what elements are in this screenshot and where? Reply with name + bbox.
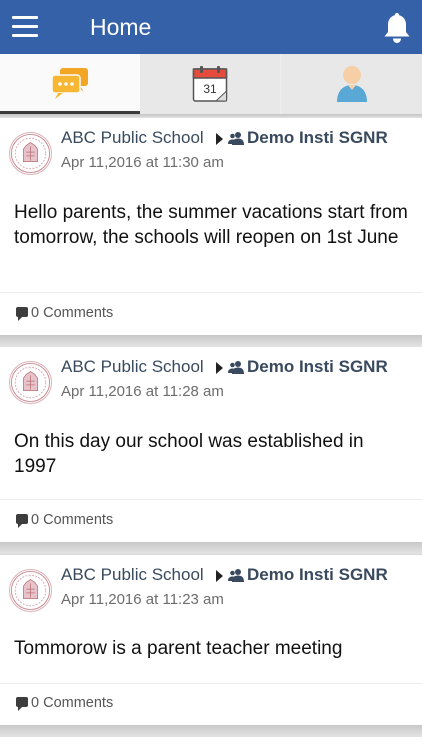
notifications-button[interactable] xyxy=(382,11,412,45)
caret-right-icon xyxy=(216,133,223,145)
post-message: Tommorow is a parent teacher meeting xyxy=(14,638,343,659)
post-card: ABC Public School Demo Insti SGNR Apr 11… xyxy=(0,555,422,726)
school-name-link[interactable]: ABC Public School xyxy=(61,357,204,377)
school-seal-logo xyxy=(9,569,52,612)
comment-icon xyxy=(16,307,28,321)
post-card: ABC Public School Demo Insti SGNR Apr 11… xyxy=(0,347,422,543)
comment-icon xyxy=(16,697,28,711)
school-name-link[interactable]: ABC Public School xyxy=(61,565,204,585)
comments-button[interactable]: 0 Comments xyxy=(16,695,113,713)
comments-count: 0 Comments xyxy=(31,512,114,528)
post-timestamp: Apr 11,2016 at 11:28 am xyxy=(61,383,224,400)
comment-icon xyxy=(16,514,28,528)
profile-icon xyxy=(336,66,367,102)
chat-bubbles-icon xyxy=(51,67,88,99)
page-title: Home xyxy=(90,14,152,40)
caret-right-icon xyxy=(216,570,223,582)
hamburger-menu-icon xyxy=(12,16,38,19)
caret-right-icon xyxy=(216,362,223,374)
tab-bar: 31 xyxy=(0,54,422,114)
tab-calendar[interactable]: 31 xyxy=(140,54,280,114)
post-message: On this day our school was established i… xyxy=(14,431,364,477)
post-timestamp: Apr 11,2016 at 11:30 am xyxy=(61,154,224,171)
post-timestamp: Apr 11,2016 at 11:23 am xyxy=(61,591,224,608)
tab-profile[interactable] xyxy=(281,54,422,114)
group-name-link[interactable]: Demo Insti SGNR xyxy=(247,357,388,377)
school-seal-logo xyxy=(9,361,52,404)
comments-button[interactable]: 0 Comments xyxy=(16,512,113,530)
post-card: ABC Public School Demo Insti SGNR Apr 11… xyxy=(0,118,422,336)
group-name-link[interactable]: Demo Insti SGNR xyxy=(247,565,388,585)
school-name-link[interactable]: ABC Public School xyxy=(61,128,204,148)
group-users-icon xyxy=(228,569,244,582)
school-seal-logo xyxy=(9,132,52,175)
group-users-icon xyxy=(228,132,244,145)
tab-messages[interactable] xyxy=(0,54,140,114)
calendar-day-text: 31 xyxy=(203,82,217,96)
comments-count: 0 Comments xyxy=(31,695,114,711)
comments-button[interactable]: 0 Comments xyxy=(16,305,113,323)
app-bar: Home xyxy=(0,0,422,54)
next-post-card-edge xyxy=(0,737,422,750)
bell-icon xyxy=(384,13,410,43)
group-users-icon xyxy=(228,361,244,374)
menu-button[interactable] xyxy=(12,14,40,40)
calendar-icon: 31 xyxy=(192,66,228,102)
comments-count: 0 Comments xyxy=(31,305,114,321)
post-message: Hello parents, the summer vacations star… xyxy=(14,202,408,248)
group-name-link[interactable]: Demo Insti SGNR xyxy=(247,128,388,148)
